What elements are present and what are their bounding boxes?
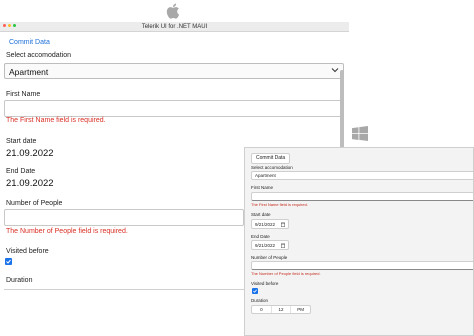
- start-date-label: Start date: [6, 138, 37, 145]
- apple-logo-icon: [166, 3, 180, 19]
- win-people-field[interactable]: [251, 261, 473, 270]
- chevron-down-icon: [331, 68, 339, 73]
- checkmark-icon: [6, 259, 11, 264]
- people-error: The Number of People field is required.: [6, 228, 128, 235]
- win-first-name-error: The First Name field is required.: [251, 202, 308, 207]
- win-duration-hours: 0: [252, 306, 272, 313]
- win-duration-picker[interactable]: 0 12 PM: [251, 305, 311, 314]
- duration-divider: [4, 289, 244, 290]
- win-duration-label: Duration: [251, 298, 269, 303]
- mac-titlebar: Telerik UI for .NET MAUI: [0, 22, 349, 32]
- people-field[interactable]: [4, 209, 244, 226]
- win-first-name-label: First Name: [251, 185, 274, 190]
- win-accommodation-value: Apartment: [255, 173, 276, 178]
- start-date-picker[interactable]: 21.09.2022: [6, 148, 54, 159]
- commit-data-button[interactable]: Commit Data: [9, 39, 50, 46]
- first-name-field[interactable]: [4, 100, 344, 117]
- win-end-date-label: End Date: [251, 234, 270, 239]
- win-first-name-field[interactable]: [251, 192, 473, 201]
- calendar-icon: [281, 243, 285, 248]
- win-commit-data-button[interactable]: Commit Data: [251, 153, 291, 164]
- checkmark-icon: [253, 289, 257, 293]
- visited-label: Visited before: [6, 248, 49, 255]
- win-start-date-label: Start date: [251, 212, 271, 217]
- win-duration-period: PM: [297, 307, 305, 312]
- accommodation-select[interactable]: Apartment: [4, 63, 344, 79]
- win-accommodation-label: Select accomodation: [251, 165, 293, 170]
- win-people-error: The Number of People field is required.: [251, 271, 321, 276]
- accommodation-label: Select accomodation: [6, 52, 71, 59]
- win-start-date-value: 9/21/2022: [255, 222, 276, 227]
- win-duration-minutes: 12: [272, 306, 292, 313]
- win-start-date-picker[interactable]: 9/21/2022: [251, 219, 289, 229]
- end-date-label: End Date: [6, 168, 36, 175]
- win-end-date-value: 9/21/2022: [255, 243, 276, 248]
- win-visited-checkbox[interactable]: [252, 288, 258, 294]
- people-label: Number of People: [6, 200, 63, 207]
- duration-label: Duration: [6, 277, 33, 284]
- desktop: Telerik UI for .NET MAUI Commit Data Sel…: [0, 0, 474, 336]
- window-title: Telerik UI for .NET MAUI: [141, 24, 208, 30]
- win-people-label: Number of People: [251, 255, 288, 260]
- visited-checkbox[interactable]: [5, 258, 12, 265]
- first-name-error: The First Name field is required.: [6, 117, 106, 124]
- win-visited-label: Visited before: [251, 281, 279, 286]
- first-name-label: First Name: [6, 91, 41, 98]
- win-accommodation-select[interactable]: Apartment: [251, 171, 473, 180]
- windows-app-window: Commit Data Select accomodation Apartmen…: [244, 147, 474, 336]
- accommodation-value: Apartment: [9, 67, 49, 77]
- win-end-date-picker[interactable]: 9/21/2022: [251, 240, 289, 250]
- calendar-icon: [281, 222, 285, 227]
- end-date-picker[interactable]: 21.09.2022: [6, 178, 54, 189]
- windows-logo-icon: [352, 126, 368, 141]
